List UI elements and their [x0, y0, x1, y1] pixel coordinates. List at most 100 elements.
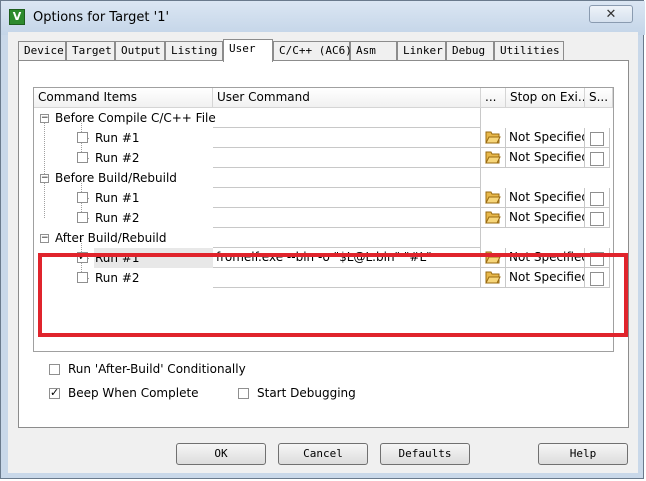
s-checkbox[interactable]: [590, 132, 604, 146]
run-row[interactable]: Run #2 Not Specified: [34, 268, 613, 288]
run-label: Run #1: [95, 191, 140, 205]
user-command-field[interactable]: [213, 148, 481, 168]
tab-utilities[interactable]: Utilities: [494, 41, 564, 61]
s-cell[interactable]: [585, 248, 610, 268]
run-row[interactable]: Run #2 Not Specified: [34, 148, 613, 168]
collapse-icon[interactable]: −: [40, 114, 49, 123]
stop-on-exit-select[interactable]: Not Specified: [506, 208, 585, 228]
s-cell[interactable]: [585, 268, 610, 288]
s-checkbox[interactable]: [590, 272, 604, 286]
run-enable-checkbox[interactable]: [77, 250, 88, 263]
tab-target[interactable]: Target: [66, 41, 115, 61]
run-after-build-label: Run 'After-Build' Conditionally: [68, 362, 246, 376]
group-row[interactable]: − Before Compile C/C++ File: [34, 108, 613, 128]
group-command-cell: [213, 108, 481, 128]
run-row[interactable]: Run #1 Not Specified: [34, 128, 613, 148]
group-command-cell: [213, 168, 481, 188]
run-enable-checkbox[interactable]: [77, 152, 88, 163]
group-label: Before Build/Rebuild: [55, 171, 177, 185]
run-label: Run #2: [95, 211, 140, 225]
browse-cell[interactable]: [481, 208, 506, 228]
run-label: Run #1: [95, 131, 140, 145]
browse-cell[interactable]: [481, 248, 506, 268]
stop-on-exit-select[interactable]: Not Specified: [506, 128, 585, 148]
s-checkbox[interactable]: [590, 152, 604, 166]
tab-debug[interactable]: Debug: [446, 41, 494, 61]
run-enable-checkbox[interactable]: [77, 132, 88, 143]
run-after-build-checkbox[interactable]: [49, 364, 60, 375]
browse-cell[interactable]: [481, 128, 506, 148]
folder-open-icon[interactable]: [485, 250, 501, 264]
stop-on-exit-select[interactable]: Not Specified: [506, 148, 585, 168]
stop-on-exit-select[interactable]: Not Specified: [506, 188, 585, 208]
stop-on-exit-select[interactable]: Not Specified: [506, 268, 585, 288]
collapse-icon[interactable]: −: [40, 174, 49, 183]
run-enable-checkbox[interactable]: [77, 272, 88, 283]
help-button[interactable]: Help: [538, 443, 628, 465]
s-cell[interactable]: [585, 128, 610, 148]
options-dialog: V Options for Target '1' ✕ Device Target…: [0, 0, 645, 479]
browse-cell[interactable]: [481, 268, 506, 288]
user-command-field[interactable]: [213, 128, 481, 148]
group-label: Before Compile C/C++ File: [55, 111, 216, 125]
user-command-grid: Command Items User Command ... Stop on E…: [33, 87, 614, 352]
beep-when-complete-label: Beep When Complete: [68, 386, 199, 400]
dialog-title: Options for Target '1': [33, 10, 170, 25]
run-label: Run #2: [95, 271, 140, 285]
run-enable-checkbox[interactable]: [77, 192, 88, 203]
close-icon: ✕: [605, 7, 617, 22]
title-bar: V Options for Target '1' ✕: [1, 1, 645, 35]
group-row[interactable]: − After Build/Rebuild: [34, 228, 613, 248]
group-row[interactable]: − Before Build/Rebuild: [34, 168, 613, 188]
s-cell[interactable]: [585, 208, 610, 228]
tab-output[interactable]: Output: [115, 41, 165, 61]
browse-cell[interactable]: [481, 148, 506, 168]
header-s[interactable]: S...: [585, 88, 613, 108]
keil-app-icon: V: [9, 9, 25, 25]
user-command-field[interactable]: [213, 208, 481, 228]
collapse-icon[interactable]: −: [40, 234, 49, 243]
tab-user[interactable]: User: [223, 39, 273, 62]
folder-open-icon[interactable]: [485, 150, 501, 164]
s-checkbox[interactable]: [590, 212, 604, 226]
tab-device[interactable]: Device: [18, 41, 66, 61]
header-user-command[interactable]: User Command: [213, 88, 481, 108]
tab-asm[interactable]: Asm: [350, 41, 397, 61]
run-enable-checkbox[interactable]: [77, 212, 88, 223]
user-command-field[interactable]: [213, 188, 481, 208]
start-debugging-checkbox[interactable]: [238, 388, 249, 399]
stop-on-exit-select[interactable]: Not Specified: [506, 248, 585, 268]
header-browse[interactable]: ...: [481, 88, 506, 108]
group-command-cell: [213, 228, 481, 248]
beep-when-complete-checkbox[interactable]: [49, 386, 60, 399]
run-row[interactable]: Run #2 Not Specified: [34, 208, 613, 228]
run-label: Run #1: [95, 251, 140, 265]
tab-listing[interactable]: Listing: [165, 41, 223, 61]
s-checkbox[interactable]: [590, 192, 604, 206]
ok-button[interactable]: OK: [176, 443, 266, 465]
s-cell[interactable]: [585, 148, 610, 168]
tab-cpp-ac6[interactable]: C/C++ (AC6): [273, 41, 352, 61]
defaults-button[interactable]: Defaults: [380, 443, 470, 465]
tab-linker[interactable]: Linker: [397, 41, 446, 61]
user-command-field[interactable]: fromelf.exe --bin -o "$L@L.bin" "#L": [213, 248, 481, 268]
folder-open-icon[interactable]: [485, 210, 501, 224]
cancel-button[interactable]: Cancel: [278, 443, 368, 465]
group-label: After Build/Rebuild: [55, 231, 167, 245]
folder-open-icon[interactable]: [485, 190, 501, 204]
dialog-client: Device Target Output Listing User C/C++ …: [8, 32, 638, 473]
browse-cell[interactable]: [481, 188, 506, 208]
close-button[interactable]: ✕: [589, 5, 633, 23]
s-checkbox[interactable]: [590, 252, 604, 266]
run-row[interactable]: Run #1 fromelf.exe --bin -o "$L@L.bin" "…: [34, 248, 613, 268]
s-cell[interactable]: [585, 188, 610, 208]
run-label: Run #2: [95, 151, 140, 165]
run-row[interactable]: Run #1 Not Specified: [34, 188, 613, 208]
folder-open-icon[interactable]: [485, 270, 501, 284]
start-debugging-label: Start Debugging: [257, 386, 356, 400]
user-command-field[interactable]: [213, 268, 481, 288]
header-command-items[interactable]: Command Items: [34, 88, 213, 108]
user-tab-panel: Command Items User Command ... Stop on E…: [18, 60, 629, 428]
header-stop-on-exit[interactable]: Stop on Exi...: [506, 88, 585, 108]
folder-open-icon[interactable]: [485, 130, 501, 144]
